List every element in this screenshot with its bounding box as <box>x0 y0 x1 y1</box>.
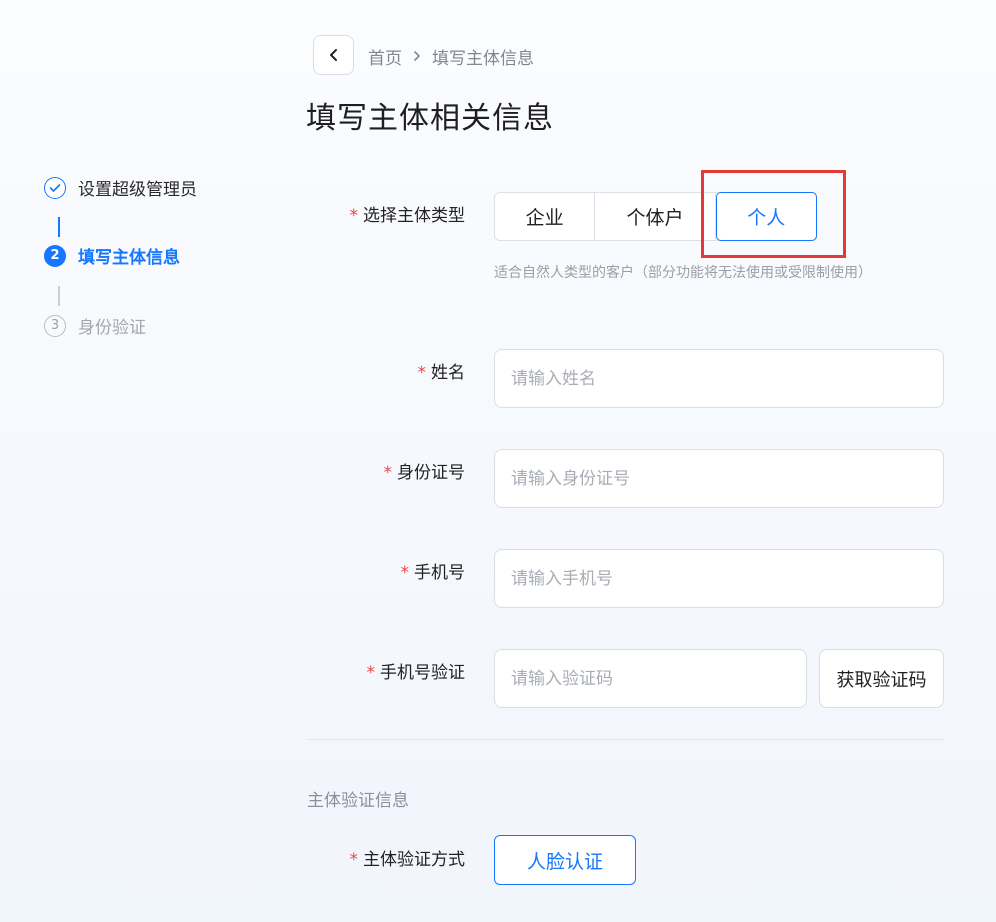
step-3: 3 身份验证 <box>44 313 146 338</box>
step-1: 设置超级管理员 <box>44 175 197 200</box>
step-connector <box>58 286 60 306</box>
check-icon <box>44 176 66 199</box>
phone-input[interactable] <box>494 549 944 608</box>
section-title: 主体验证信息 <box>307 791 409 811</box>
label-text: 手机号 <box>414 563 465 583</box>
get-code-button[interactable]: 获取验证码 <box>819 649 944 708</box>
divider <box>307 739 944 740</box>
chevron-left-icon <box>329 49 337 61</box>
verification-code-input[interactable] <box>494 649 807 708</box>
phone-label: * 手机号 <box>305 558 466 583</box>
highlight-box <box>701 170 846 258</box>
breadcrumb: 首页 填写主体信息 <box>368 44 534 69</box>
chevron-right-icon <box>412 50 422 62</box>
breadcrumb-current: 填写主体信息 <box>432 48 534 69</box>
step-label: 填写主体信息 <box>78 248 180 268</box>
step-number: 3 <box>44 314 66 337</box>
option-individual-business[interactable]: 个体户 <box>595 193 716 240</box>
entity-type-hint: 适合自然人类型的客户（部分功能将无法使用或受限制使用） <box>494 265 872 281</box>
option-enterprise[interactable]: 企业 <box>495 193 596 240</box>
step-number: 2 <box>44 244 66 267</box>
label-text: 姓名 <box>431 363 465 383</box>
required-mark: * <box>417 363 427 383</box>
step-connector <box>58 217 60 237</box>
required-mark: * <box>366 663 376 683</box>
verify-method-label: * 主体验证方式 <box>305 845 466 870</box>
entity-type-label: * 选择主体类型 <box>305 201 466 226</box>
back-button[interactable] <box>313 35 354 75</box>
id-number-input[interactable] <box>494 449 944 508</box>
page-title: 填写主体相关信息 <box>306 101 554 136</box>
phone-verify-label: * 手机号验证 <box>305 658 466 683</box>
name-input[interactable] <box>494 349 944 408</box>
step-2: 2 填写主体信息 <box>44 243 180 268</box>
step-label: 身份验证 <box>78 318 146 338</box>
required-mark: * <box>349 850 359 870</box>
required-mark: * <box>349 206 359 226</box>
id-number-label: * 身份证号 <box>305 458 466 483</box>
label-text: 身份证号 <box>397 463 465 483</box>
label-text: 手机号验证 <box>380 663 465 683</box>
required-mark: * <box>383 463 393 483</box>
label-text: 选择主体类型 <box>363 206 465 226</box>
label-text: 主体验证方式 <box>363 850 465 870</box>
step-label: 设置超级管理员 <box>78 180 197 200</box>
name-label: * 姓名 <box>305 358 466 383</box>
face-verification-button[interactable]: 人脸认证 <box>494 835 636 885</box>
required-mark: * <box>400 563 410 583</box>
breadcrumb-home[interactable]: 首页 <box>368 44 402 69</box>
